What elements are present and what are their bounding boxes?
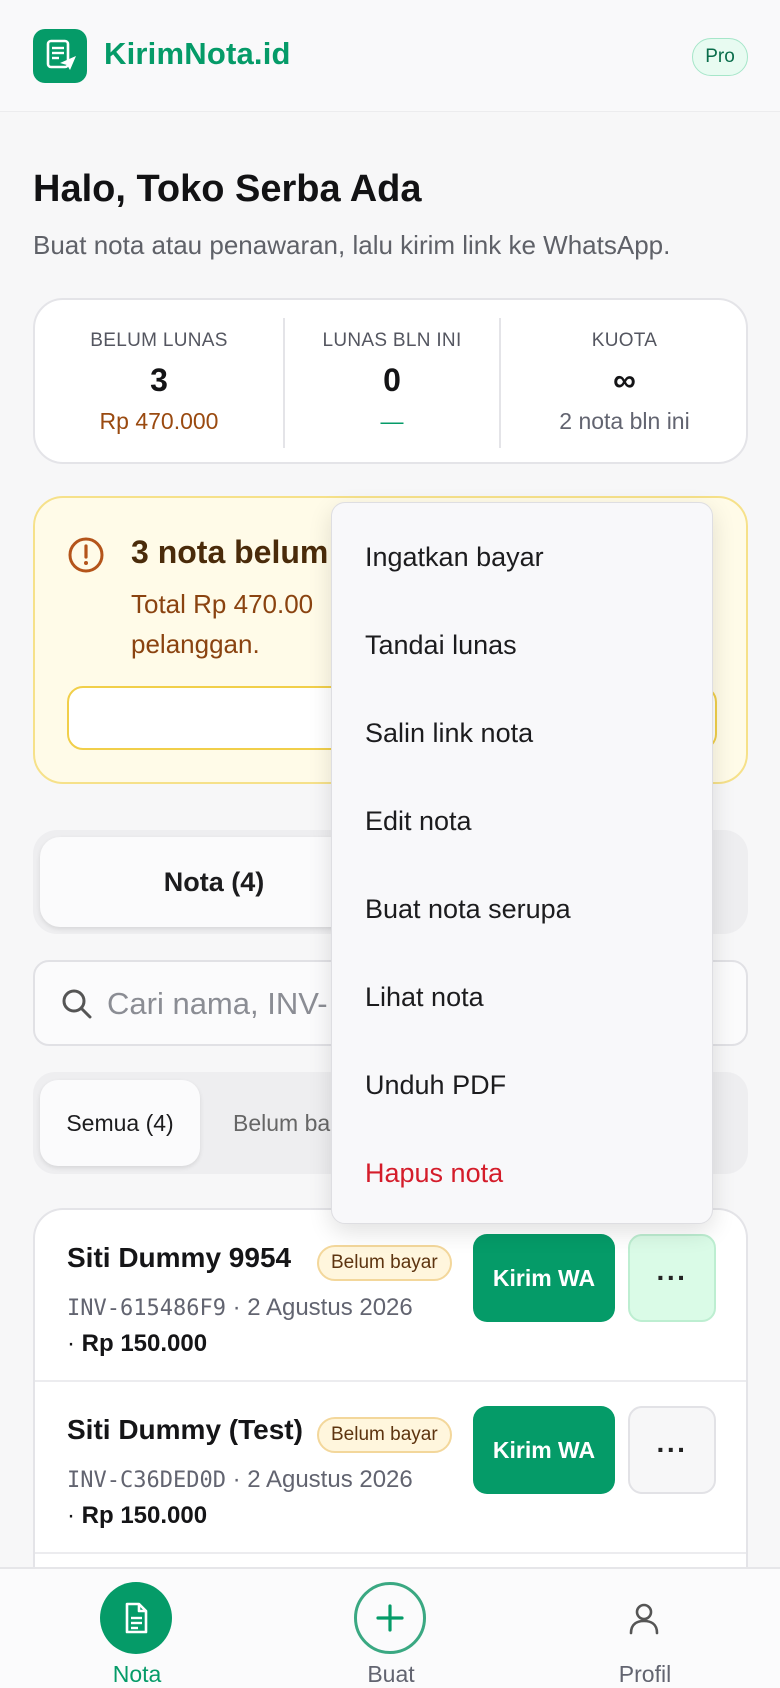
menu-item-mark-paid[interactable]: Tandai lunas — [332, 601, 714, 689]
invoice-meta: INV-615486F9 · 2 Agustus 2026 — [67, 1294, 413, 1321]
menu-item-delete[interactable]: Hapus nota — [332, 1129, 714, 1217]
invoice-date: 2 Agustus 2026 — [247, 1466, 413, 1493]
bottom-navigation: Nota Buat Profil — [0, 1567, 780, 1688]
nav-label: Nota — [112, 1661, 162, 1687]
send-whatsapp-button[interactable]: Kirim WA — [473, 1406, 615, 1494]
stat-sub: — — [380, 408, 404, 434]
invoice-row[interactable]: Siti Dummy (Test) Belum bayar INV-C36DED… — [35, 1382, 746, 1554]
stat-label: BELUM LUNAS — [90, 330, 228, 351]
send-whatsapp-button[interactable]: Kirim WA — [473, 1234, 615, 1322]
alert-circle-icon — [68, 537, 104, 573]
menu-item-view[interactable]: Lihat nota — [332, 953, 714, 1041]
menu-item-copy-link[interactable]: Salin link nota — [332, 689, 714, 777]
invoice-number: INV-C36DED0D — [67, 1468, 226, 1493]
page-subtitle: Buat nota atau penawaran, lalu kirim lin… — [33, 230, 671, 260]
page-title: Halo, Toko Serba Ada — [33, 168, 422, 210]
app-header: KirimNota.id Pro — [0, 0, 780, 112]
stat-sub: 2 nota bln ini — [559, 408, 690, 434]
invoice-list: Siti Dummy 9954 Belum bayar INV-615486F9… — [33, 1208, 748, 1608]
nav-item-profile[interactable]: Profil — [545, 1569, 745, 1688]
document-icon — [100, 1582, 172, 1654]
alert-title: 3 nota belum — [131, 534, 329, 570]
menu-item-remind-payment[interactable]: Ingatkan bayar — [332, 513, 714, 601]
invoice-meta: INV-C36DED0D · 2 Agustus 2026 — [67, 1466, 413, 1493]
invoice-actions-menu: Ingatkan bayar Tandai lunas Salin link n… — [331, 502, 713, 1224]
more-options-button[interactable]: ··· — [628, 1234, 716, 1322]
filter-all[interactable]: Semua (4) — [40, 1080, 200, 1166]
stat-label: KUOTA — [591, 330, 658, 351]
search-icon — [62, 989, 92, 1019]
customer-name: Siti Dummy 9954 — [67, 1242, 292, 1273]
nav-item-create[interactable]: Buat — [291, 1569, 491, 1688]
customer-name: Siti Dummy (Test) — [67, 1414, 303, 1445]
stat-value: 0 — [383, 362, 401, 398]
stat-label: LUNAS BLN INI — [322, 330, 462, 351]
stat-paid-month[interactable]: LUNAS BLN INI 0 — — [285, 300, 499, 466]
stat-unpaid[interactable]: BELUM LUNAS 3 Rp 470.000 — [35, 300, 283, 466]
invoice-amount-line: · Rp 150.000 — [67, 1502, 208, 1529]
more-options-button[interactable]: ··· — [628, 1406, 716, 1494]
invoice-amount-line: · Rp 150.000 — [67, 1330, 208, 1357]
stat-sub: Rp 470.000 — [99, 408, 219, 434]
invoice-amount: Rp 150.000 — [81, 1330, 208, 1357]
brand-logo-icon[interactable] — [33, 29, 87, 83]
stat-quota[interactable]: KUOTA ∞ 2 nota bln ini — [501, 300, 748, 466]
nav-label: Buat — [367, 1661, 415, 1687]
stats-card: BELUM LUNAS 3 Rp 470.000 LUNAS BLN INI 0… — [33, 298, 748, 464]
menu-item-edit[interactable]: Edit nota — [332, 777, 714, 865]
status-badge: Belum bayar — [317, 1245, 452, 1281]
invoice-number: INV-615486F9 — [67, 1296, 226, 1321]
filter-unpaid[interactable]: Belum ba — [233, 1080, 330, 1166]
brand-name[interactable]: KirimNota.id — [104, 36, 291, 72]
invoice-date: 2 Agustus 2026 — [247, 1294, 413, 1321]
stat-value: 3 — [150, 362, 168, 398]
invoice-row[interactable]: Siti Dummy 9954 Belum bayar INV-615486F9… — [35, 1210, 746, 1382]
stat-value: ∞ — [613, 362, 636, 398]
plus-icon — [354, 1582, 426, 1654]
user-icon — [608, 1582, 680, 1654]
nav-label: Profil — [618, 1661, 672, 1687]
nav-item-nota[interactable]: Nota — [37, 1569, 237, 1688]
plan-badge: Pro — [692, 38, 748, 76]
menu-item-duplicate[interactable]: Buat nota serupa — [332, 865, 714, 953]
invoice-amount: Rp 150.000 — [81, 1502, 208, 1529]
menu-item-download-pdf[interactable]: Unduh PDF — [332, 1041, 714, 1129]
status-badge: Belum bayar — [317, 1417, 452, 1453]
